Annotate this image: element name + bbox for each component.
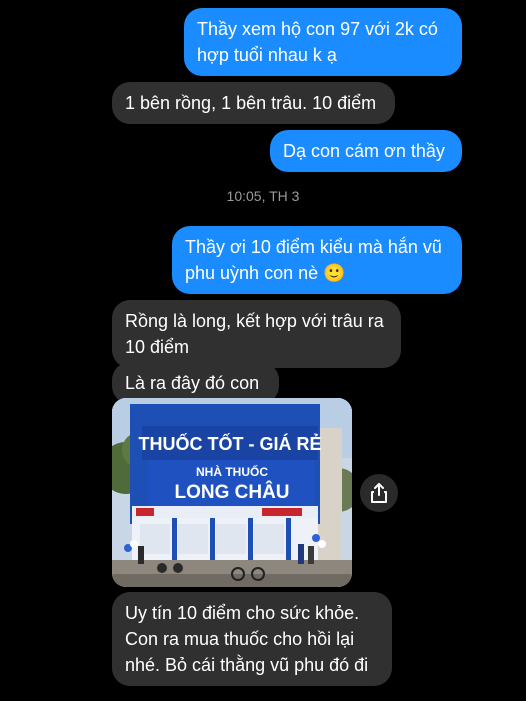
share-icon (371, 483, 387, 503)
message-timestamp: 10:05, TH 3 (226, 188, 300, 204)
message-text: Là ra đây đó con (125, 373, 260, 393)
sign-brand: LONG CHÂU (174, 481, 289, 503)
message-text: Uy tín 10 điểm cho sức khỏe. Con ra mua … (125, 603, 369, 675)
share-button[interactable] (360, 474, 398, 512)
photo-attachment[interactable]: THUỐC TỐT - GIÁ RẺ NHÀ THUỐC LONG CHÂU (112, 398, 352, 587)
message-text: Thầy xem hộ con 97 với 2k có hợp tuổi nh… (197, 19, 438, 65)
message-text: Rồng là long, kết hợp với trâu ra 10 điể… (125, 311, 384, 357)
message-text: Thầy ơi 10 điểm kiểu mà hắn vũ phu uỳnh … (185, 237, 442, 283)
message-incoming[interactable]: Uy tín 10 điểm cho sức khỏe. Con ra mua … (112, 592, 392, 686)
sign-mid: NHÀ THUỐC (196, 464, 268, 479)
message-outgoing[interactable]: Thầy ơi 10 điểm kiểu mà hắn vũ phu uỳnh … (172, 226, 462, 294)
smile-emoji-icon: 🙂 (323, 263, 346, 283)
pharmacy-storefront-image: THUỐC TỐT - GIÁ RẺ NHÀ THUỐC LONG CHÂU (112, 398, 352, 587)
message-outgoing[interactable]: Dạ con cám ơn thầy (270, 130, 462, 172)
message-incoming[interactable]: Rồng là long, kết hợp với trâu ra 10 điể… (112, 300, 401, 368)
message-text: 1 bên rồng, 1 bên trâu. 10 điểm (125, 93, 377, 113)
message-incoming[interactable]: 1 bên rồng, 1 bên trâu. 10 điểm (112, 82, 395, 124)
sign-top: THUỐC TỐT - GIÁ RẺ (139, 433, 322, 454)
message-text: Dạ con cám ơn thầy (283, 141, 445, 161)
message-outgoing[interactable]: Thầy xem hộ con 97 với 2k có hợp tuổi nh… (184, 8, 462, 76)
